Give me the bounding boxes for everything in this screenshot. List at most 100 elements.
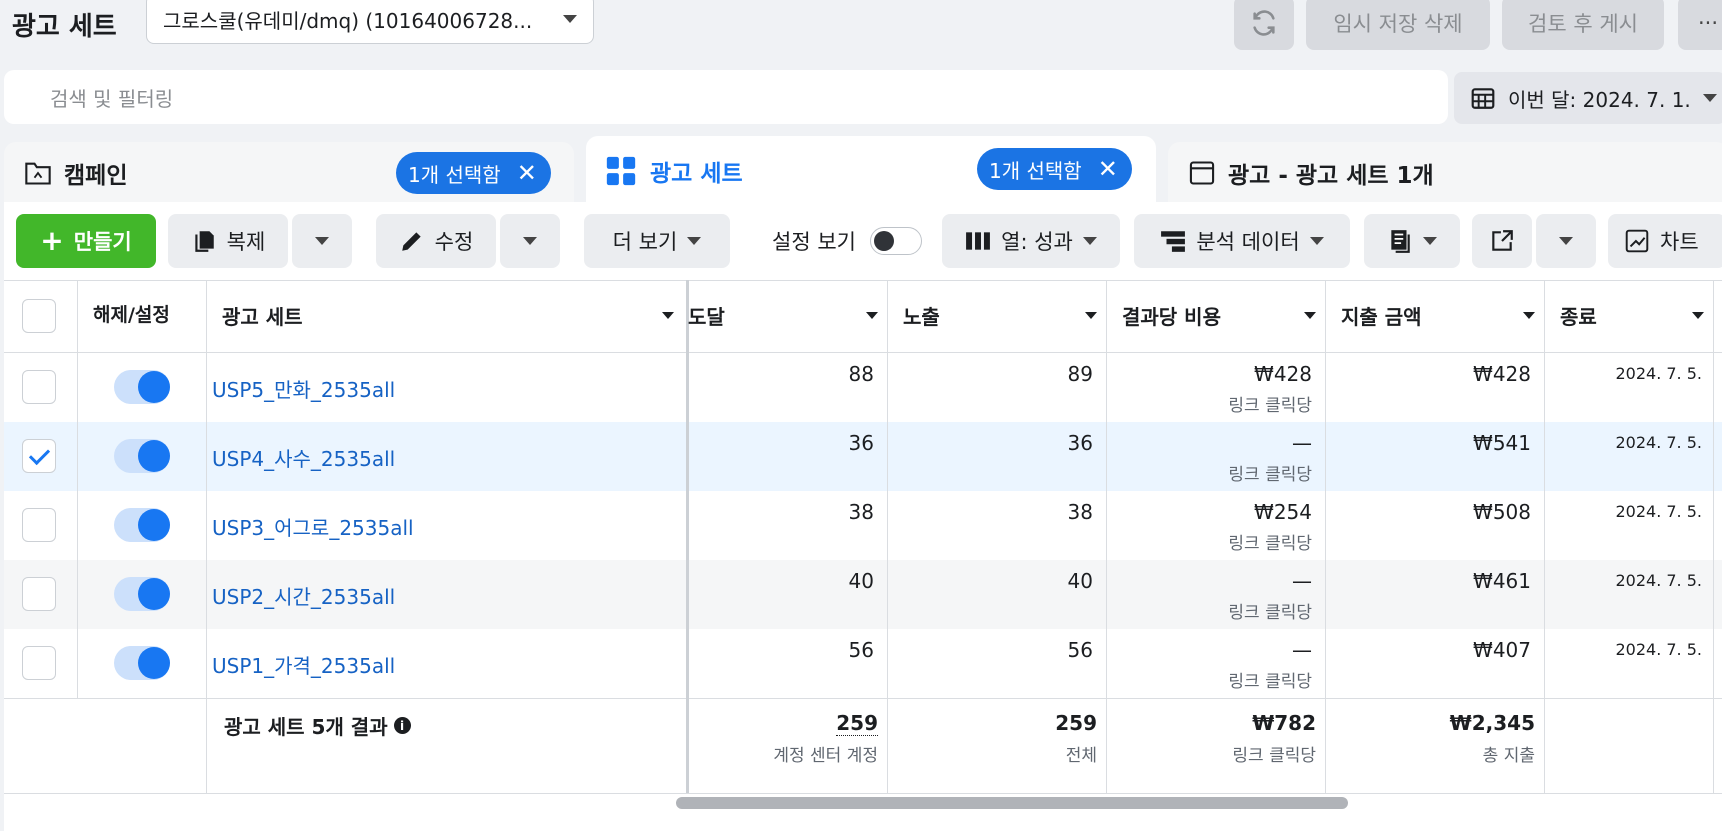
- row-checkbox[interactable]: [22, 370, 56, 404]
- duplicate-button[interactable]: 복제: [168, 214, 288, 268]
- ad-set-name-link[interactable]: USP1_가격_2535all: [212, 650, 395, 679]
- summary-reach: 259: [688, 711, 878, 736]
- tab-ads[interactable]: 광고 - 광고 세트 1개: [1168, 142, 1722, 204]
- row-checkbox[interactable]: [22, 439, 56, 473]
- summary-impressions: 259: [1055, 711, 1097, 735]
- cost-per-result-value: ₩428: [1254, 362, 1312, 386]
- tab-label: 광고 세트: [650, 161, 743, 187]
- view-setup-toggle-group: 설정 보기: [772, 214, 922, 268]
- header-label: 도달: [688, 304, 725, 329]
- selected-count: 1개 선택함: [408, 162, 501, 187]
- chevron-down-icon: [1559, 237, 1573, 245]
- columns-button[interactable]: 열: 성과: [942, 214, 1120, 268]
- header-label: 광고 세트: [222, 304, 303, 329]
- discard-draft-button[interactable]: 임시 저장 삭제: [1306, 0, 1490, 50]
- info-icon[interactable]: i: [393, 717, 411, 734]
- header-label: 노출: [903, 304, 940, 329]
- header-impressions[interactable]: 노출: [903, 280, 1097, 350]
- cost-per-result-sub: 링크 클릭당: [1228, 534, 1312, 554]
- chevron-down-icon: [563, 15, 577, 23]
- header-end[interactable]: 종료: [1560, 280, 1704, 350]
- edit-button[interactable]: 수정: [376, 214, 496, 268]
- view-setup-toggle[interactable]: [869, 227, 922, 255]
- header-reach[interactable]: 도달: [686, 280, 878, 350]
- amount-spent-value: ₩407: [1473, 638, 1531, 662]
- breakdown-button[interactable]: 분석 데이터: [1134, 214, 1350, 268]
- horizontal-scrollbar[interactable]: [676, 797, 1348, 809]
- row-on-off-toggle[interactable]: [114, 370, 170, 404]
- row-on-off-toggle[interactable]: [114, 646, 170, 680]
- cost-per-result-value: —: [1292, 569, 1312, 593]
- tab-label: 광고 - 광고 세트 1개: [1228, 163, 1434, 189]
- ad-set-name-link[interactable]: USP3_어그로_2535all: [212, 512, 414, 541]
- row-on-off-toggle[interactable]: [114, 508, 170, 542]
- row-checkbox[interactable]: [22, 646, 56, 680]
- row-checkbox[interactable]: [22, 508, 56, 542]
- reports-button[interactable]: [1364, 214, 1460, 268]
- charts-button[interactable]: 차트: [1608, 214, 1722, 268]
- duplicate-dropdown[interactable]: [292, 214, 352, 268]
- header-label: 결과당 비용: [1122, 304, 1221, 329]
- end-date-value: 2024. 7. 5.: [1615, 640, 1702, 659]
- edit-label: 수정: [434, 230, 474, 254]
- export-button[interactable]: [1472, 214, 1532, 268]
- more-button[interactable]: 더 보기: [584, 214, 730, 268]
- chevron-down-icon: [315, 237, 329, 245]
- chevron-down-icon: [1082, 237, 1097, 245]
- export-dropdown[interactable]: [1536, 214, 1596, 268]
- selected-count-pill[interactable]: 1개 선택함 ✕: [977, 148, 1132, 190]
- column-divider: [77, 280, 78, 698]
- page-title: 광고 세트: [12, 12, 117, 42]
- create-button[interactable]: + 만들기: [16, 214, 156, 268]
- more-options-button[interactable]: ···: [1678, 0, 1722, 50]
- header-cost-per-result[interactable]: 결과당 비용: [1122, 280, 1316, 350]
- search-filter-input[interactable]: 검색 및 필터링: [4, 70, 1448, 124]
- select-all-checkbox[interactable]: [22, 299, 56, 333]
- chevron-down-icon: [523, 237, 537, 245]
- header-toggle[interactable]: 해제/설정: [93, 280, 201, 350]
- tab-campaigns[interactable]: 캠페인 1개 선택함 ✕: [4, 142, 574, 204]
- sort-caret-icon: [866, 311, 878, 319]
- tab-ad-sets[interactable]: 광고 세트 1개 선택함 ✕: [586, 136, 1156, 206]
- row-on-off-toggle[interactable]: [114, 439, 170, 473]
- reach-value: 88: [848, 362, 874, 386]
- selected-count-pill[interactable]: 1개 선택함 ✕: [396, 152, 551, 194]
- date-range-label: 이번 달: 2024. 7. 1.: [1508, 87, 1691, 112]
- date-range-picker[interactable]: 이번 달: 2024. 7. 1.: [1454, 72, 1722, 124]
- impressions-value: 36: [1067, 431, 1093, 455]
- table-border: [4, 698, 1722, 699]
- reports-icon: [1391, 230, 1410, 253]
- selected-count: 1개 선택함: [989, 158, 1082, 183]
- summary-reach-sub: 계정 센터 계정: [773, 746, 878, 766]
- summary-impressions-sub: 전체: [1065, 746, 1097, 766]
- cost-per-result-sub: 링크 클릭당: [1228, 396, 1312, 416]
- account-selector[interactable]: 그로스쿨(유데미/dmq) (10164006728...: [146, 0, 594, 44]
- header-ad-set-name[interactable]: 광고 세트: [222, 280, 678, 350]
- ad-set-name-link[interactable]: USP4_사수_2535all: [212, 443, 395, 472]
- close-icon[interactable]: ✕: [517, 161, 537, 185]
- end-date-value: 2024. 7. 5.: [1615, 571, 1702, 590]
- column-divider: [1713, 280, 1714, 793]
- chevron-down-icon: [1702, 94, 1717, 102]
- chevron-down-icon: [1309, 237, 1324, 245]
- folder-icon: [25, 162, 51, 185]
- summary-amount-spent: ₩2,345: [1449, 711, 1535, 735]
- close-icon[interactable]: ✕: [1098, 157, 1118, 181]
- column-divider: [1544, 280, 1545, 793]
- cost-per-result-value: ₩254: [1254, 500, 1312, 524]
- summary-reach-value[interactable]: 259: [836, 711, 878, 736]
- row-on-off-toggle[interactable]: [114, 577, 170, 611]
- edit-dropdown[interactable]: [500, 214, 560, 268]
- cost-per-result-value: —: [1292, 431, 1312, 455]
- chevron-down-icon: [1423, 237, 1437, 245]
- ad-set-name-link[interactable]: USP2_시간_2535all: [212, 581, 395, 610]
- header-label: 종료: [1560, 304, 1597, 329]
- refresh-icon: [1253, 10, 1275, 36]
- cost-per-result-sub: 링크 클릭당: [1228, 465, 1312, 485]
- row-checkbox[interactable]: [22, 577, 56, 611]
- breakdown-icon: [1161, 231, 1186, 252]
- header-amount-spent[interactable]: 지출 금액: [1341, 280, 1535, 350]
- review-publish-button[interactable]: 검토 후 게시: [1502, 0, 1664, 50]
- ad-set-name-link[interactable]: USP5_만화_2535all: [212, 374, 395, 403]
- refresh-button[interactable]: [1234, 0, 1294, 50]
